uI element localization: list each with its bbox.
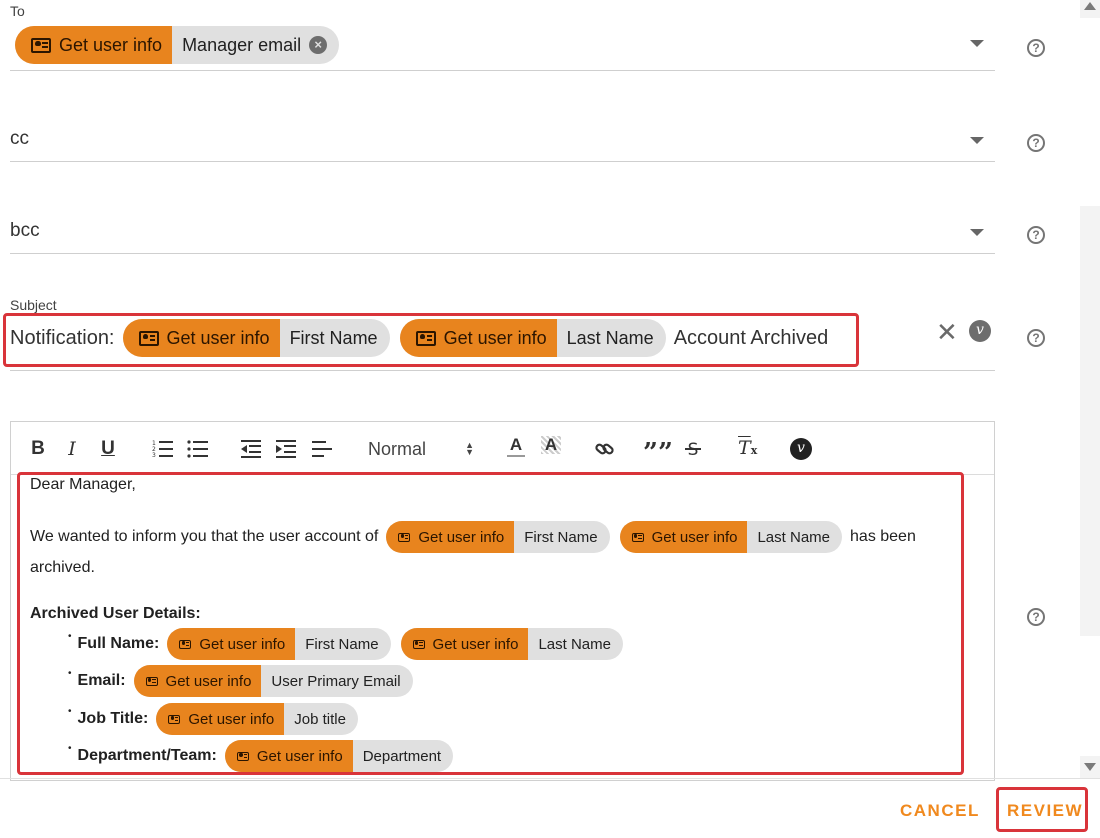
body-intro-line: We wanted to inform you that the user ac…: [30, 521, 960, 553]
subject-input[interactable]: Notification: Get user info First Name G…: [10, 319, 828, 357]
background-color-icon[interactable]: A: [541, 436, 561, 460]
user-card-icon: [145, 676, 158, 686]
subject-variable-icon[interactable]: v: [969, 320, 991, 342]
cc-dropdown-arrow-icon[interactable]: [970, 137, 984, 144]
detail-chip-department[interactable]: Get user info Department: [224, 740, 454, 772]
indent-icon[interactable]: [275, 439, 297, 459]
cc-underline: [10, 161, 995, 162]
scrollbar-thumb-lower: [1080, 636, 1100, 756]
bullet-list-icon[interactable]: [187, 439, 209, 459]
cc-help-icon[interactable]: ?: [1027, 134, 1045, 152]
blockquote-button[interactable]: ””: [643, 438, 673, 468]
user-card-icon: [168, 714, 181, 724]
align-left-icon[interactable]: [311, 439, 333, 459]
scrollbar-thumb[interactable]: [1080, 18, 1100, 206]
scroll-up-arrow-icon[interactable]: [1084, 2, 1096, 10]
to-help-icon[interactable]: ?: [1027, 39, 1045, 57]
cancel-button[interactable]: CANCEL: [900, 801, 980, 821]
user-card-icon: [31, 37, 51, 53]
subject-clear-icon[interactable]: ✕: [936, 319, 958, 345]
body-intro-end: archived.: [30, 559, 95, 576]
user-card-icon: [138, 330, 159, 346]
clear-format-icon[interactable]: Tx: [738, 437, 760, 461]
footer-divider: [0, 778, 1100, 779]
strikethrough-icon[interactable]: S: [684, 440, 702, 458]
text-style-select[interactable]: Normal ▲ ▼: [368, 437, 474, 461]
link-icon[interactable]: [595, 440, 615, 458]
subject-label: Subject: [10, 297, 57, 313]
detail-chip-email[interactable]: Get user info User Primary Email: [133, 665, 413, 697]
chip-source: Get user info: [15, 26, 173, 64]
subject-underline: [10, 370, 995, 371]
to-dropdown-arrow-icon[interactable]: [970, 40, 984, 47]
body-help-icon[interactable]: ?: [1027, 608, 1045, 626]
user-card-icon: [415, 330, 436, 346]
to-recipient-chip[interactable]: Get user info Manager email ×: [15, 26, 340, 64]
user-card-icon: [236, 751, 249, 761]
subject-help-icon[interactable]: ?: [1027, 329, 1045, 347]
details-heading: Archived User Details:: [30, 605, 201, 622]
user-card-icon: [631, 532, 644, 542]
detail-item-email: • Email: Get user info User Primary Emai…: [68, 665, 413, 697]
subject-chip-last-name[interactable]: Get user info Last Name: [399, 319, 666, 357]
body-chip-last-name[interactable]: Get user info Last Name: [619, 521, 843, 553]
select-arrows-icon: ▲ ▼: [465, 440, 474, 457]
user-card-icon: [412, 639, 425, 649]
scroll-down-arrow-icon[interactable]: [1084, 763, 1096, 771]
bcc-underline: [10, 253, 995, 254]
bcc-dropdown-arrow-icon[interactable]: [970, 229, 984, 236]
to-underline: [10, 70, 995, 71]
subject-chip-first-name[interactable]: Get user info First Name: [122, 319, 390, 357]
body-chip-first-name[interactable]: Get user info First Name: [386, 521, 610, 553]
scrollbar[interactable]: [1080, 0, 1100, 778]
chip-remove-icon[interactable]: ×: [309, 36, 328, 54]
user-card-icon: [179, 639, 192, 649]
detail-chip-last-name[interactable]: Get user info Last Name: [400, 628, 623, 660]
svg-text:3: 3: [152, 452, 156, 459]
body-greeting: Dear Manager,: [30, 476, 136, 493]
italic-button[interactable]: I: [62, 436, 82, 462]
user-card-icon: [398, 532, 411, 542]
chip-field: Manager email ×: [172, 26, 339, 64]
detail-item-full-name: • Full Name: Get user info First Name Ge…: [68, 628, 623, 660]
bold-button[interactable]: B: [28, 436, 48, 462]
text-color-icon[interactable]: A: [506, 436, 526, 460]
detail-chip-job-title[interactable]: Get user info Job title: [156, 703, 358, 735]
detail-item-department: • Department/Team: Get user info Departm…: [68, 740, 454, 772]
underline-button[interactable]: U: [97, 436, 119, 462]
insert-variable-icon[interactable]: v: [790, 438, 812, 460]
cc-field[interactable]: cc: [10, 128, 29, 150]
bcc-help-icon[interactable]: ?: [1027, 226, 1045, 244]
to-label: To: [10, 3, 25, 19]
review-button[interactable]: REVIEW: [1007, 801, 1083, 821]
bcc-field[interactable]: bcc: [10, 220, 40, 242]
ordered-list-icon[interactable]: 1 2 3: [152, 439, 174, 459]
detail-chip-first-name[interactable]: Get user info First Name: [167, 628, 391, 660]
detail-item-job-title: • Job Title: Get user info Job title: [68, 703, 358, 735]
outdent-icon[interactable]: [240, 439, 262, 459]
